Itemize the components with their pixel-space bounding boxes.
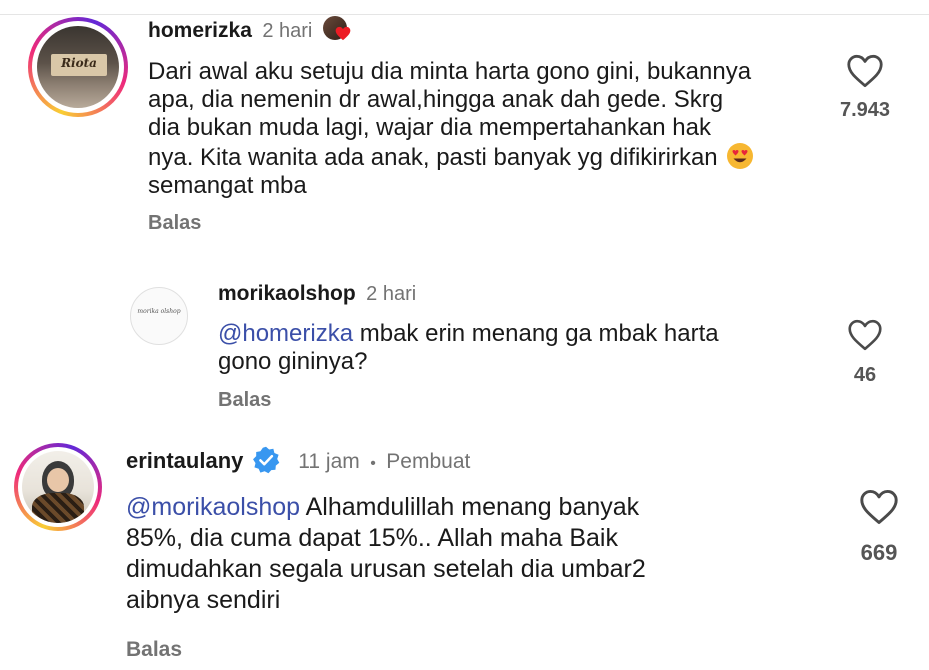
heart-outline-icon[interactable] bbox=[859, 489, 899, 525]
like-count: 46 bbox=[853, 364, 877, 386]
avatar[interactable]: morika olshop bbox=[130, 287, 188, 345]
comment-line: aibnya sendiri bbox=[126, 586, 281, 614]
separator-dot: • bbox=[370, 455, 376, 472]
like-count: 7.943 bbox=[839, 99, 891, 121]
username[interactable]: morikaolshop bbox=[218, 282, 356, 305]
avatar[interactable] bbox=[22, 451, 94, 523]
comment-morikaolshop: morika olshop morikaolshop 2 hari @homer… bbox=[0, 270, 929, 420]
comment-line: semangat mba bbox=[148, 172, 307, 199]
heart-eyes-emoji-icon bbox=[726, 142, 754, 170]
comment-homerizka: Riota homerizka 2 hari Dari awal aku set… bbox=[0, 0, 929, 250]
comment-line: nya. Kita wanita ada anak, pasti banyak … bbox=[148, 144, 718, 171]
liked-by-author-avatar bbox=[322, 16, 353, 42]
comment-erintaulany: erintaulany 11 jam • Pembuat @morikaolsh… bbox=[0, 430, 929, 670]
username[interactable]: erintaulany bbox=[126, 448, 243, 473]
red-heart-icon bbox=[335, 26, 351, 41]
comment-line: dia bukan muda lagi, wajar dia mempertah… bbox=[148, 114, 712, 141]
avatar-story-ring[interactable] bbox=[14, 443, 102, 531]
comment-line: Alhamdulillah menang banyak bbox=[300, 493, 640, 521]
mention-link[interactable]: @morikaolshop bbox=[126, 493, 300, 521]
username[interactable]: homerizka bbox=[148, 19, 252, 42]
avatar[interactable]: Riota bbox=[37, 26, 119, 108]
comment-line: 85%, dia cuma dapat 15%.. Allah maha Bai… bbox=[126, 524, 618, 552]
comment-line: Dari awal aku setuju dia minta harta gon… bbox=[148, 58, 752, 85]
comments-page: Riota homerizka 2 hari Dari awal aku set… bbox=[0, 0, 929, 670]
verified-badge-icon bbox=[252, 446, 280, 474]
timestamp: 11 jam bbox=[298, 450, 360, 473]
avatar-logo-text: Riota bbox=[61, 56, 97, 70]
comment-line: apa, dia nemenin dr awal,hingga anak dah… bbox=[148, 86, 724, 113]
comment-text: @homerizka mbak erin menang ga mbak hart… bbox=[218, 320, 818, 376]
reply-button[interactable]: Balas bbox=[148, 212, 201, 235]
reply-button[interactable]: Balas bbox=[126, 638, 182, 662]
avatar-logo-text: morika olshop bbox=[137, 308, 181, 315]
heart-outline-icon[interactable] bbox=[847, 319, 883, 351]
timestamp: 2 hari bbox=[262, 20, 313, 42]
avatar-story-ring[interactable]: Riota bbox=[28, 17, 128, 117]
mention-link[interactable]: @homerizka bbox=[218, 320, 353, 347]
comment-line: dimudahkan segala urusan setelah dia umb… bbox=[126, 555, 646, 583]
like-count: 669 bbox=[860, 540, 898, 565]
comment-text: Dari awal aku setuju dia minta harta gon… bbox=[148, 58, 818, 200]
comment-line: gono gininya? bbox=[218, 348, 368, 375]
timestamp: 2 hari bbox=[366, 283, 417, 305]
creator-label: Pembuat bbox=[386, 450, 471, 473]
heart-outline-icon[interactable] bbox=[846, 54, 884, 88]
comment-text: @morikaolshop Alhamdulillah menang banya… bbox=[126, 492, 806, 616]
comment-line: mbak erin menang ga mbak harta bbox=[353, 320, 719, 347]
reply-button[interactable]: Balas bbox=[218, 389, 271, 412]
